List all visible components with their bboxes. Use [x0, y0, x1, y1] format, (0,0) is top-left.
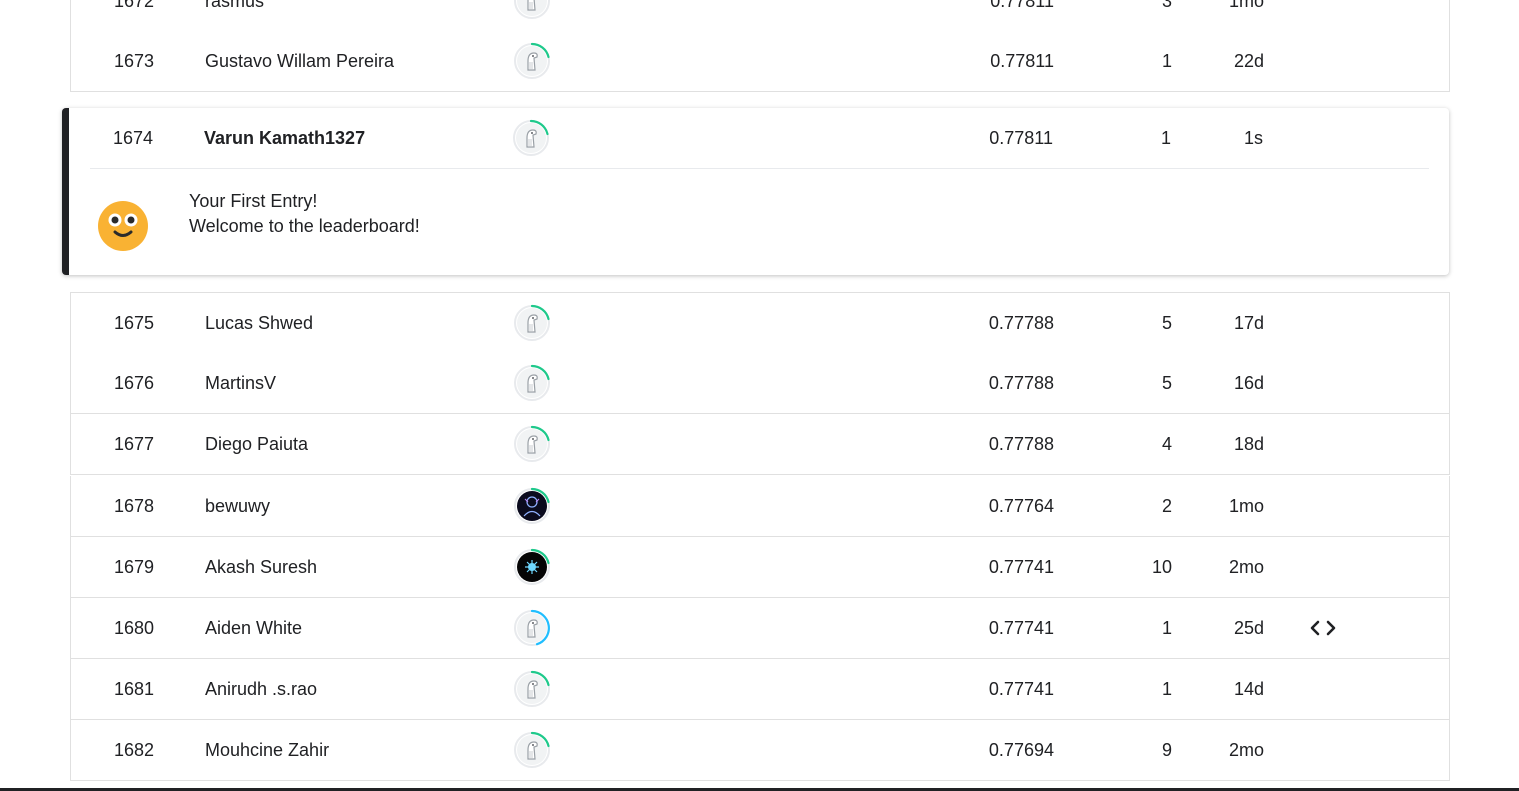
entries-cell: 5: [1161, 313, 1172, 333]
score-cell: 0.77741: [988, 679, 1054, 700]
entries-cell: 1: [1161, 618, 1172, 638]
team-avatar[interactable]: [513, 0, 551, 20]
table-row[interactable]: 1682 Mouhcine Zahir 0.77694 9 2mo: [70, 720, 1450, 782]
table-row[interactable]: 1680 Aiden White 0.77741 1 25d: [70, 598, 1450, 659]
team-name[interactable]: Diego Paiuta: [205, 414, 308, 474]
entries-cell: 3: [1161, 0, 1172, 11]
team-avatar[interactable]: [513, 487, 551, 525]
team-name[interactable]: MartinsV: [205, 353, 276, 413]
entries-cell: 1: [1160, 128, 1171, 148]
team-avatar[interactable]: [513, 548, 551, 586]
team-avatar[interactable]: [513, 42, 551, 80]
score-cell: 0.77764: [988, 495, 1054, 516]
divider: [90, 168, 1429, 169]
team-avatar[interactable]: [513, 731, 551, 769]
team-name[interactable]: Aiden White: [205, 598, 302, 658]
table-row[interactable]: 1673 Gustavo Willam Pereira 0.77811 1 22d: [70, 31, 1450, 92]
rank-cell: 1679: [113, 556, 154, 577]
table-row[interactable]: 1677 Diego Paiuta 0.77788 4 18d: [70, 414, 1450, 476]
entries-cell: 9: [1161, 740, 1172, 761]
team-name[interactable]: bewuwy: [205, 476, 270, 536]
team-avatar[interactable]: [513, 425, 551, 463]
score-cell: 0.77811: [990, 0, 1054, 11]
your-entry-row[interactable]: 1674 Varun Kamath1327 0.77811 1 1s: [70, 108, 1448, 168]
entries-cell: 5: [1161, 373, 1172, 394]
smiley-icon: [98, 201, 148, 251]
score-cell: 0.77741: [988, 618, 1054, 638]
score-cell: 0.77811: [989, 128, 1053, 148]
score-cell: 0.77811: [990, 51, 1054, 71]
last-submission-cell: 1mo: [1228, 0, 1264, 11]
rank-cell: 1674: [112, 128, 153, 148]
team-name[interactable]: rasmus: [205, 0, 264, 31]
code-icon[interactable]: [1309, 616, 1337, 640]
your-entry-card: 1674 Varun Kamath1327 0.77811 1 1s Your …: [62, 108, 1449, 275]
rank-cell: 1682: [113, 740, 154, 761]
table-row[interactable]: 1672 rasmus 0.77811 3 1mo: [70, 0, 1450, 32]
team-name[interactable]: Anirudh .s.rao: [205, 659, 317, 719]
entries-cell: 2: [1161, 495, 1172, 516]
table-row[interactable]: 1676 MartinsV 0.77788 5 16d: [70, 353, 1450, 415]
score-cell: 0.77741: [988, 556, 1054, 577]
last-submission-cell: 18d: [1233, 434, 1264, 455]
last-submission-cell: 14d: [1233, 679, 1264, 700]
last-submission-cell: 2mo: [1228, 740, 1264, 761]
message-body: Welcome to the leaderboard!: [189, 216, 420, 236]
team-name[interactable]: Mouhcine Zahir: [205, 720, 329, 780]
last-submission-cell: 1s: [1243, 128, 1263, 148]
score-cell: 0.77788: [988, 313, 1054, 333]
last-submission-cell: 1mo: [1228, 495, 1264, 516]
rank-cell: 1675: [113, 313, 154, 333]
rank-cell: 1672: [113, 0, 154, 11]
rank-cell: 1677: [113, 434, 154, 455]
last-submission-cell: 2mo: [1228, 556, 1264, 577]
rank-cell: 1678: [113, 495, 154, 516]
entries-cell: 1: [1161, 679, 1172, 700]
score-cell: 0.77788: [988, 373, 1054, 394]
last-submission-cell: 16d: [1233, 373, 1264, 394]
team-avatar[interactable]: [513, 364, 551, 402]
last-submission-cell: 22d: [1233, 51, 1264, 71]
last-submission-cell: 17d: [1233, 313, 1264, 333]
team-name[interactable]: Lucas Shwed: [205, 293, 313, 353]
team-name[interactable]: Varun Kamath1327: [204, 108, 365, 168]
table-row[interactable]: 1678 bewuwy 0.77764 2 1mo: [70, 475, 1450, 537]
entries-cell: 1: [1161, 51, 1172, 71]
team-avatar[interactable]: [513, 609, 551, 647]
entries-cell: 4: [1161, 434, 1172, 455]
table-row[interactable]: 1679 Akash Suresh 0.77741 10 2mo: [70, 536, 1450, 598]
team-avatar[interactable]: [513, 304, 551, 342]
team-avatar[interactable]: [513, 670, 551, 708]
message-title: Your First Entry!: [189, 191, 318, 211]
entries-cell: 10: [1151, 556, 1172, 577]
table-row[interactable]: 1675 Lucas Shwed 0.77788 5 17d: [70, 292, 1450, 354]
score-cell: 0.77788: [988, 434, 1054, 455]
first-entry-message: Your First Entry! Welcome to the leaderb…: [189, 189, 420, 239]
table-row[interactable]: 1681 Anirudh .s.rao 0.77741 1 14d: [70, 659, 1450, 721]
rank-cell: 1676: [113, 373, 154, 394]
team-name[interactable]: Gustavo Willam Pereira: [205, 31, 394, 91]
last-submission-cell: 25d: [1233, 618, 1264, 638]
leaderboard-page: 1672 rasmus 0.77811 3 1mo 1673 Gustavo Willam …: [0, 0, 1519, 791]
score-cell: 0.77694: [988, 740, 1054, 761]
rank-cell: 1673: [113, 51, 154, 71]
rank-cell: 1680: [113, 618, 154, 638]
team-avatar[interactable]: [512, 119, 550, 157]
rank-cell: 1681: [113, 679, 154, 700]
team-name[interactable]: Akash Suresh: [205, 537, 317, 597]
